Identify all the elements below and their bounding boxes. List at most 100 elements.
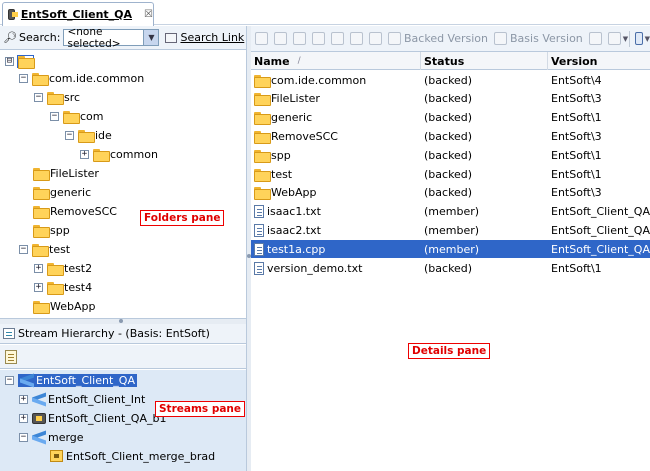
tree-item[interactable]: generic xyxy=(33,183,91,201)
tree-item-label: test4 xyxy=(64,280,93,294)
collapse-icon[interactable]: − xyxy=(65,130,74,140)
cell-version: EntSoft_Client_QA\16 xyxy=(551,242,650,256)
cell-name-text: com.ide.common xyxy=(271,73,367,87)
expand-icon[interactable]: + xyxy=(34,263,43,273)
expand-icon[interactable]: + xyxy=(80,149,89,159)
folder-icon xyxy=(254,187,271,201)
table-row[interactable]: test1a.cpp (member) EntSoft_Client_QA\16 xyxy=(251,240,650,259)
tree-item[interactable]: FileLister xyxy=(33,164,99,182)
tree-item[interactable]: − com xyxy=(50,107,104,125)
folder-icon xyxy=(33,167,50,181)
layout-icon[interactable] xyxy=(634,32,643,45)
stream-item[interactable]: + EntSoft_Client_Int xyxy=(19,390,145,408)
tree-item-label: spp xyxy=(50,223,70,237)
search-link-label: Search Link xyxy=(180,31,245,44)
search-link[interactable]: Search Link xyxy=(165,31,244,44)
collapse-icon[interactable]: − xyxy=(5,375,14,385)
cell-name-text: spp xyxy=(271,148,291,162)
stream-item[interactable]: − EntSoft_Client_QA xyxy=(5,371,137,389)
stream-item-label: EntSoft_Client_Int xyxy=(48,392,146,406)
tree-item[interactable]: RemoveSCC xyxy=(33,202,117,220)
stream-item[interactable]: EntSoft_Client_merge_brad xyxy=(50,447,215,465)
tree-item[interactable]: − ide xyxy=(65,126,112,144)
table-row[interactable]: FileLister (backed) EntSoft\3 xyxy=(251,90,650,108)
collapse-icon[interactable]: − xyxy=(34,92,43,102)
promote-icon[interactable] xyxy=(293,32,306,45)
tree-item[interactable]: − test xyxy=(19,240,70,258)
cell-version: EntSoft\3 xyxy=(551,186,602,200)
backed-version-icon[interactable] xyxy=(388,32,401,45)
collapse-icon[interactable]: ⊟ xyxy=(5,56,14,66)
chevron-down-icon[interactable]: ▼ xyxy=(143,30,159,45)
column-version[interactable]: Version xyxy=(548,52,650,70)
file-icon xyxy=(254,205,264,219)
diff-icon[interactable] xyxy=(588,32,602,45)
stream-item[interactable]: − merge xyxy=(19,428,84,446)
refresh-icon[interactable] xyxy=(607,32,621,45)
table-row[interactable]: spp (backed) EntSoft\1 xyxy=(251,146,650,164)
cell-name-text: test1a.cpp xyxy=(267,242,326,256)
search-select[interactable]: <none selected> ▼ xyxy=(63,26,160,50)
folder-icon xyxy=(254,93,271,107)
stream-item-label: EntSoft_Client_QA_b1 xyxy=(48,411,167,425)
search-icon[interactable] xyxy=(312,32,325,45)
column-status[interactable]: Status xyxy=(421,52,548,70)
cell-name: isaac1.txt xyxy=(254,203,321,221)
collapse-icon[interactable]: − xyxy=(19,73,28,83)
tab-title: EntSoft_Client_QA xyxy=(20,8,133,21)
collapse-icon[interactable]: − xyxy=(19,432,28,442)
tree-item[interactable]: + test2 xyxy=(34,259,92,277)
basis-version-icon[interactable] xyxy=(494,32,508,45)
tree-root[interactable]: ⊟ xyxy=(5,52,35,70)
cell-name: test1a.cpp xyxy=(254,240,325,258)
folder-icon xyxy=(63,110,80,124)
chevron-down-icon[interactable]: ▼ xyxy=(623,35,628,43)
hierarchy-icon xyxy=(3,328,15,339)
copy-icon[interactable] xyxy=(350,32,363,45)
new-element-icon[interactable] xyxy=(255,32,268,45)
table-row[interactable]: WebApp (backed) EntSoft\3 xyxy=(251,184,650,202)
collapse-icon[interactable]: − xyxy=(19,244,28,254)
cell-version: EntSoft_Client_QA\1 xyxy=(551,223,650,237)
column-name[interactable]: Name / xyxy=(251,52,421,70)
table-row[interactable]: version_demo.txt (backed) EntSoft\1 xyxy=(251,259,650,277)
details-pane: Backed Version Basis Version ▼ ▼ Name / … xyxy=(251,26,650,471)
close-icon[interactable]: ☒ xyxy=(144,9,153,20)
expand-icon[interactable]: + xyxy=(34,282,43,292)
stream-icon xyxy=(32,394,46,405)
table-row[interactable]: test (backed) EntSoft\1 xyxy=(251,165,650,183)
chevron-down-icon[interactable]: ▼ xyxy=(645,35,650,43)
table-row[interactable]: isaac2.txt (member) EntSoft_Client_QA\1 xyxy=(251,221,650,239)
stream-hierarchy-header: Stream Hierarchy - (Basis: EntSoft) xyxy=(0,324,246,344)
workspace-icon xyxy=(8,9,18,20)
table-row[interactable]: isaac1.txt (member) EntSoft_Client_QA\1 xyxy=(251,203,650,221)
table-row[interactable]: generic (backed) EntSoft\1 xyxy=(251,109,650,127)
folder-icon xyxy=(17,54,35,69)
collapse-icon[interactable]: − xyxy=(50,111,59,121)
cell-status: (backed) xyxy=(424,111,473,125)
tree-item[interactable]: − src xyxy=(34,88,80,106)
tree-item[interactable]: + test4 xyxy=(34,278,92,296)
expand-icon[interactable]: + xyxy=(19,413,28,423)
cell-version: EntSoft\1 xyxy=(551,261,602,275)
tree-item[interactable]: WebApp xyxy=(33,297,95,315)
left-pane: 🔎︎ Search: <none selected> ▼ Search Link… xyxy=(0,26,246,471)
basis-version-button[interactable]: Basis Version xyxy=(510,32,583,45)
stream-item-selected[interactable]: EntSoft_Client_QA xyxy=(18,373,137,387)
tree-item[interactable]: − com.ide.common xyxy=(19,69,144,87)
stream-item[interactable]: + EntSoft_Client_QA_b1 xyxy=(19,409,166,427)
document-icon[interactable] xyxy=(331,32,344,45)
save-icon[interactable] xyxy=(274,32,287,45)
cell-name-text: WebApp xyxy=(271,186,317,200)
expand-icon[interactable]: + xyxy=(19,394,28,404)
table-row[interactable]: com.ide.common (backed) EntSoft\4 xyxy=(251,71,650,89)
stream-properties-icon[interactable] xyxy=(5,349,17,364)
history-icon[interactable] xyxy=(369,32,382,45)
tree-item[interactable]: + common xyxy=(80,145,158,163)
folder-icon xyxy=(93,148,110,162)
cell-name-text: generic xyxy=(271,111,313,125)
tab-entsoft-client-qa[interactable]: EntSoft_Client_QA ☒ xyxy=(2,2,154,26)
tree-item[interactable]: spp xyxy=(33,221,70,239)
backed-version-button[interactable]: Backed Version xyxy=(404,32,488,45)
table-row[interactable]: RemoveSCC (backed) EntSoft\3 xyxy=(251,127,650,145)
